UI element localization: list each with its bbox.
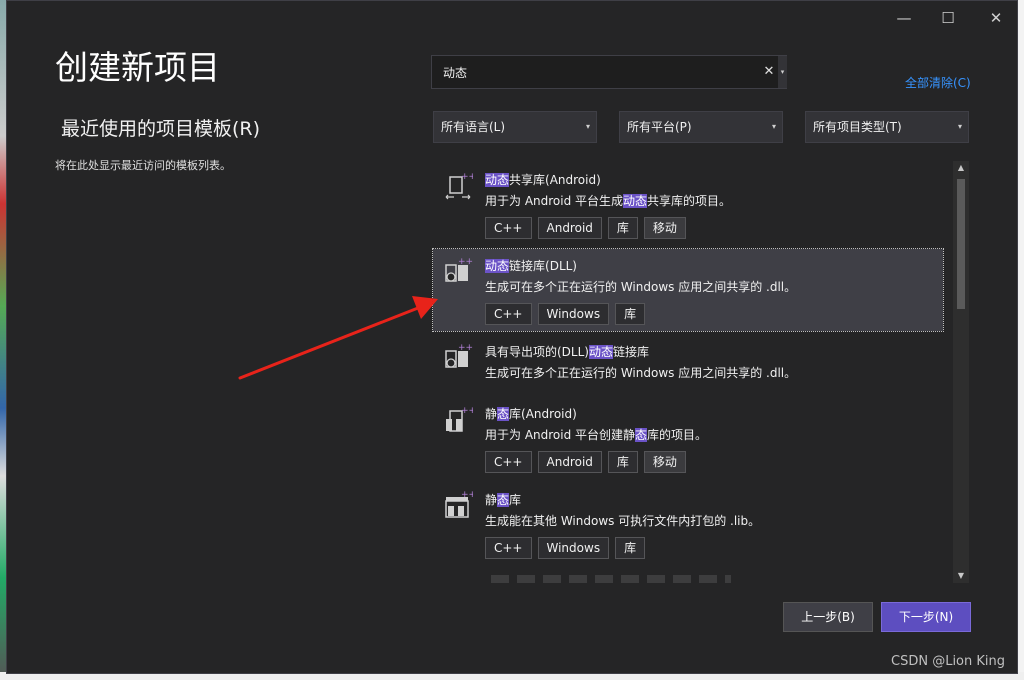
tag-windows: Windows — [537, 303, 610, 325]
close-button[interactable]: ✕ — [979, 5, 1013, 31]
scroll-up-arrow-icon[interactable]: ▲ — [953, 161, 969, 175]
template-description: 生成可在多个正在运行的 Windows 应用之间共享的 .dll。 — [485, 280, 797, 294]
platform-filter-label: 所有平台(P) — [627, 120, 692, 134]
template-list: ++ 动态共享库(Android) 用于为 Android 平台生成动态共享库的… — [431, 159, 971, 583]
partially-visible-template-item — [491, 575, 731, 583]
tag-mobile-text: 移动 — [652, 455, 677, 469]
template-description-text: 用于为 Android 平台生成 — [485, 194, 624, 208]
svg-text:++: ++ — [461, 172, 473, 182]
template-item-dll[interactable]: ++ 动态链接库(DLL) 生成可在多个正在运行的 Windows 应用之间共享… — [432, 248, 944, 332]
tag-library: 库 — [607, 217, 638, 239]
template-name-text: 静 — [485, 493, 498, 507]
tag-cpp: C++ — [485, 217, 532, 239]
template-search-box: ✕ ▾ — [431, 55, 787, 89]
template-tags: C++ Windows 库 — [485, 537, 646, 559]
template-name: 静态库 — [485, 491, 521, 508]
template-name: 动态共享库(Android) — [485, 171, 601, 188]
watermark: CSDN @Lion King — [891, 654, 1006, 669]
template-description-text: 用于为 Android 平台创建静 — [485, 428, 636, 442]
clear-all-filters-link[interactable]: 全部清除(C) — [905, 74, 971, 91]
template-name: 具有导出项的(DLL)动态链接库 — [485, 343, 649, 360]
template-name: 动态链接库(DLL) — [485, 257, 577, 274]
project-type-filter-dropdown[interactable]: 所有项目类型(T) ▾ — [805, 111, 969, 143]
tag-mobile-text: 移动 — [652, 221, 677, 235]
tag-library: 库 — [615, 537, 646, 559]
search-match-highlight: 态 — [497, 493, 510, 507]
chevron-down-icon: ▾ — [771, 122, 776, 131]
dll-icon: ++ — [445, 257, 473, 282]
template-tags: C++ Windows 库 — [485, 303, 646, 325]
next-button[interactable]: 下一步(N) — [881, 602, 971, 632]
language-filter-dropdown[interactable]: 所有语言(L) ▾ — [433, 111, 597, 143]
tag-library: 库 — [607, 451, 638, 473]
back-button[interactable]: 上一步(B) — [783, 602, 873, 632]
svg-text:++: ++ — [461, 491, 473, 500]
template-tags: C++ Android 库 移动 — [485, 217, 686, 239]
template-description: 用于为 Android 平台生成动态共享库的项目。 — [485, 192, 731, 209]
create-project-dialog: — ☐ ✕ 创建新项目 最近使用的项目模板(R) 将在此处显示最近访问的模板列表… — [6, 0, 1018, 674]
search-match-highlight: 态 — [635, 428, 648, 442]
tag-windows: Windows — [537, 537, 610, 559]
project-type-filter-label: 所有项目类型(T) — [813, 120, 902, 134]
template-description: 生成可在多个正在运行的 Windows 应用之间共享的 .dll。 — [485, 366, 797, 380]
template-description: 生成能在其他 Windows 可执行文件内打包的 .lib。 — [485, 514, 761, 528]
desktop-background-right — [1018, 0, 1024, 680]
tag-cpp: C++ — [485, 537, 532, 559]
svg-text:++: ++ — [458, 343, 473, 353]
template-name-text: 链接库 — [613, 345, 650, 359]
dll-export-icon: ++ — [445, 343, 473, 368]
recent-templates-heading: 最近使用的项目模板(R) — [61, 118, 261, 140]
template-description-text: 共享库的项目。 — [647, 194, 732, 208]
tag-android: Android — [537, 451, 602, 473]
chevron-down-icon: ▾ — [957, 122, 962, 131]
tag-library: 库 — [615, 303, 646, 325]
search-match-highlight: 动态 — [485, 259, 510, 273]
scroll-down-arrow-icon[interactable]: ▼ — [953, 569, 969, 583]
search-match-highlight: 动态 — [485, 173, 510, 187]
template-name-text: 链接库(DLL) — [509, 259, 577, 273]
page-title: 创建新项目 — [55, 48, 220, 87]
template-name-text: 共享库(Android) — [509, 173, 601, 187]
search-match-highlight: 态 — [497, 407, 510, 421]
template-description-text: 库的项目。 — [647, 428, 708, 442]
scrollbar-thumb[interactable] — [957, 179, 965, 309]
template-name-text: 库 — [509, 493, 522, 507]
chevron-down-icon: ▾ — [585, 122, 590, 131]
template-name-text: 具有导出项的(DLL) — [485, 345, 589, 359]
tag-mobile: 移动 — [643, 217, 686, 239]
search-history-dropdown[interactable]: ▾ — [778, 56, 787, 88]
recent-templates-empty-text: 将在此处显示最近访问的模板列表。 — [55, 159, 231, 172]
template-name-text: 库(Android) — [509, 407, 577, 421]
template-search-input[interactable] — [432, 56, 760, 88]
maximize-button[interactable]: ☐ — [931, 5, 965, 31]
svg-text:++: ++ — [461, 406, 473, 416]
tag-cpp: C++ — [485, 451, 532, 473]
shared-library-icon: ++ — [445, 172, 473, 200]
clear-search-icon[interactable]: ✕ — [762, 64, 776, 80]
static-library-icon: ++ — [446, 406, 473, 432]
template-item-static-library[interactable]: ++ 静态库 生成能在其他 Windows 可执行文件内打包的 .lib。 C+… — [433, 487, 943, 569]
template-item-static-library-android[interactable]: ++ 静态库(Android) 用于为 Android 平台创建静态库的项目。 … — [433, 399, 943, 481]
svg-text:++: ++ — [458, 257, 473, 267]
language-filter-label: 所有语言(L) — [441, 120, 506, 134]
template-list-scrollbar[interactable]: ▲ ▼ — [953, 161, 969, 583]
tag-mobile: 移动 — [643, 451, 686, 473]
tag-android: Android — [537, 217, 602, 239]
template-description: 用于为 Android 平台创建静态库的项目。 — [485, 426, 707, 443]
search-match-highlight: 动态 — [588, 345, 613, 359]
platform-filter-dropdown[interactable]: 所有平台(P) ▾ — [619, 111, 783, 143]
template-name: 静态库(Android) — [485, 405, 577, 422]
template-item-dll-with-exports[interactable]: ++ 具有导出项的(DLL)动态链接库 生成可在多个正在运行的 Windows … — [433, 337, 943, 393]
tag-cpp: C++ — [485, 303, 532, 325]
search-match-highlight: 动态 — [623, 194, 648, 208]
minimize-button[interactable]: — — [887, 5, 921, 31]
static-lib-windows-icon: ++ — [445, 491, 473, 518]
template-item-dynamic-shared-library-android[interactable]: ++ 动态共享库(Android) 用于为 Android 平台生成动态共享库的… — [433, 161, 943, 243]
template-name-text: 静 — [485, 407, 498, 421]
template-tags: C++ Android 库 移动 — [485, 451, 686, 473]
